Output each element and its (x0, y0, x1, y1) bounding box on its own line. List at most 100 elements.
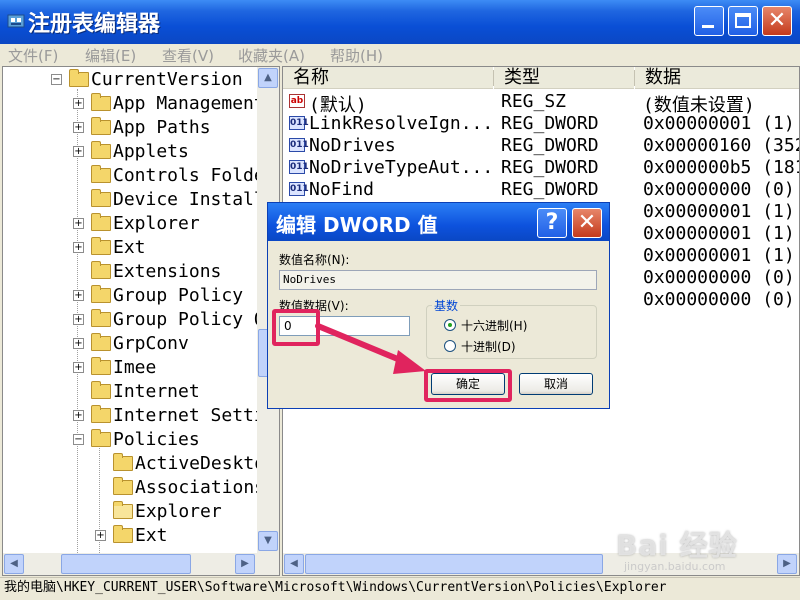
decimal-radio[interactable] (444, 340, 456, 352)
folder-icon (91, 285, 111, 303)
folder-icon (91, 261, 111, 279)
dialog-close-button[interactable]: ✕ (572, 208, 602, 238)
folder-icon (91, 405, 111, 423)
close-icon: ✕ (767, 8, 787, 33)
dialog-title: 编辑 DWORD 值 (276, 213, 438, 237)
scroll-thumb[interactable] (305, 554, 603, 574)
collapse-icon[interactable]: − (51, 74, 62, 85)
tree-horizontal-scrollbar[interactable]: ◀ ▶ (3, 553, 279, 575)
expand-icon[interactable]: + (73, 146, 84, 157)
folder-icon (113, 477, 133, 495)
scroll-down-icon[interactable]: ▼ (258, 531, 278, 551)
status-bar: 我的电脑\HKEY_CURRENT_USER\Software\Microsof… (0, 577, 800, 600)
scroll-right-icon[interactable]: ▶ (235, 554, 255, 574)
folder-icon (91, 141, 111, 159)
value-data: 0x00000001 (1) (643, 113, 795, 134)
tree-item-label: Explorer (113, 213, 200, 234)
tree-item-label: Imee (113, 357, 157, 378)
expand-icon[interactable]: + (73, 242, 84, 253)
tree-item-label: Policies (113, 429, 200, 450)
column-header-data[interactable]: 数据 (635, 67, 799, 89)
expand-icon[interactable]: + (73, 122, 84, 133)
help-icon: ? (545, 210, 559, 235)
column-header-type[interactable]: 类型 (494, 67, 634, 89)
value-row[interactable]: 011 LinkResolveIgn... REG_DWORD 0x000000… (283, 113, 799, 135)
folder-icon (91, 381, 111, 399)
value-data: 0x00000000 (0) (643, 179, 795, 200)
expand-icon[interactable]: + (73, 290, 84, 301)
value-data: 0x00000001 (1) (643, 245, 795, 266)
tree-item-label: ActiveDesktop (135, 453, 276, 474)
string-value-icon: ab (289, 94, 305, 108)
value-data: 0x000000b5 (181) (643, 157, 800, 178)
folder-icon (91, 213, 111, 231)
dword-value-icon: 011 (289, 182, 309, 196)
value-row[interactable]: 011 NoDriveTypeAut... REG_DWORD 0x000000… (283, 157, 799, 179)
hex-radio[interactable] (444, 319, 456, 331)
scroll-up-icon[interactable]: ▲ (258, 68, 278, 88)
tree-item-label: CurrentVersion (91, 69, 243, 90)
value-name-field: NoDrives (279, 270, 597, 290)
value-row[interactable]: 011 NoDrives REG_DWORD 0x00000160 (352) (283, 135, 799, 157)
window-title: 注册表编辑器 (28, 12, 161, 37)
value-name: NoDrives (309, 135, 396, 156)
dword-value-icon: 011 (289, 116, 309, 130)
expand-icon[interactable]: + (73, 338, 84, 349)
minimize-button[interactable] (694, 6, 724, 36)
scroll-thumb[interactable] (61, 554, 191, 574)
folder-icon (91, 117, 111, 135)
tree-item-label: Explorer (135, 501, 222, 522)
expand-icon[interactable]: + (73, 362, 84, 373)
window-titlebar[interactable]: 注册表编辑器 ✕ (0, 0, 800, 44)
expand-icon[interactable]: + (73, 218, 84, 229)
value-name: NoFind (309, 179, 375, 200)
value-data: 0x00000000 (0) (643, 267, 795, 288)
expand-icon[interactable]: + (95, 530, 106, 541)
expand-icon[interactable]: + (73, 314, 84, 325)
expand-icon[interactable]: + (73, 98, 84, 109)
tree-item-label: Device Installer (113, 189, 280, 210)
tree-item-label: App Paths (113, 117, 211, 138)
folder-icon (91, 189, 111, 207)
help-button[interactable]: ? (537, 208, 567, 238)
column-header-name[interactable]: 名称 (283, 67, 493, 89)
value-row[interactable]: 011 NoFind REG_DWORD 0x00000000 (0) (283, 179, 799, 201)
value-type: REG_DWORD (501, 113, 599, 134)
decimal-radio-label[interactable]: 十进制(D) (461, 338, 516, 355)
ok-button-highlight (424, 369, 512, 402)
expand-icon[interactable]: + (73, 410, 84, 421)
maximize-button[interactable] (728, 6, 758, 36)
value-data: 0x00000000 (0) (643, 289, 795, 310)
tree-item-label: Ext (135, 525, 168, 546)
tree-item-label: Extensions (113, 261, 222, 282)
tree-item-label: Internet Settings (113, 405, 280, 426)
menu-view[interactable]: 查看(V) (162, 45, 214, 66)
dword-value-icon: 011 (289, 160, 309, 174)
value-type: REG_SZ (501, 91, 567, 112)
scroll-left-icon[interactable]: ◀ (284, 554, 304, 574)
value-name: LinkResolveIgn... (309, 113, 494, 134)
close-button[interactable]: ✕ (762, 6, 792, 36)
tree-item-label: Controls Folder (113, 165, 276, 186)
watermark-text: Bai 经验 (616, 529, 738, 562)
menu-file[interactable]: 文件(F) (8, 45, 58, 66)
maximize-icon (735, 13, 751, 28)
data-field-highlight (272, 309, 320, 346)
tree-item-label: Ext (113, 237, 146, 258)
menu-help[interactable]: 帮助(H) (330, 45, 383, 66)
registry-tree[interactable]: − CurrentVersion + App Management + App … (2, 66, 280, 576)
tree-item-label: Associations (135, 477, 266, 498)
collapse-icon[interactable]: − (73, 434, 84, 445)
scroll-left-icon[interactable]: ◀ (4, 554, 24, 574)
value-type: REG_DWORD (501, 135, 599, 156)
folder-icon (113, 525, 133, 543)
value-data: 0x00000160 (352) (643, 135, 800, 156)
menu-edit[interactable]: 编辑(E) (85, 45, 136, 66)
value-row[interactable]: ab (默认) REG_SZ (数值未设置) (283, 91, 799, 116)
cancel-button[interactable]: 取消 (519, 373, 593, 395)
menu-favorites[interactable]: 收藏夹(A) (238, 45, 305, 66)
folder-icon (91, 237, 111, 255)
hex-radio-label[interactable]: 十六进制(H) (461, 317, 527, 334)
dialog-titlebar[interactable]: 编辑 DWORD 值 ? ✕ (268, 203, 609, 241)
dword-value-icon: 011 (289, 138, 309, 152)
